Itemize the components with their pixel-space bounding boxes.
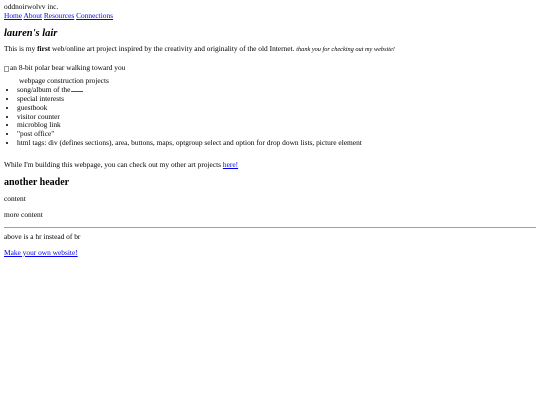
image-alt-text: an 8-bit polar bear walking toward you <box>10 63 126 73</box>
wip-paragraph: While I'm building this webpage, you can… <box>4 160 536 170</box>
nav-about-link[interactable]: About <box>24 11 42 20</box>
page-title: lauren's lair <box>4 27 58 39</box>
divider <box>4 226 536 228</box>
list-item: visitor counter <box>17 112 536 122</box>
list-item: song/album of the <box>17 85 536 95</box>
list-item: special interests <box>17 94 536 104</box>
list-item: html tags: div (defines sections), area,… <box>17 138 536 148</box>
todo-list: webpage construction projects song/album… <box>4 76 536 148</box>
broken-image-icon <box>4 65 9 72</box>
intro-text-before: This is my <box>4 44 38 54</box>
list-item: microblog link <box>17 121 536 130</box>
nav-home-link[interactable]: Home <box>4 11 22 20</box>
nav-connections-link[interactable]: Connections <box>76 11 113 20</box>
content-text: content <box>4 193 26 203</box>
make-website-link[interactable]: Make your own website! <box>4 248 78 257</box>
top-nav: Home About Resources Connections <box>4 11 536 21</box>
blank-underline <box>71 90 84 92</box>
intro-strong: first <box>37 44 51 54</box>
list-item: webpage construction projects <box>19 76 109 86</box>
hr-note: above is a hr instead of br <box>4 231 81 241</box>
thanks-note: thank you for checking out my website! <box>296 46 395 54</box>
intro-text-after: web/online art project inspired by the c… <box>50 44 297 54</box>
intro-paragraph: This is my first web/online art project … <box>4 44 536 54</box>
other-projects-link[interactable]: here! <box>223 160 238 169</box>
polar-bear-image: an 8-bit polar bear walking toward you <box>4 63 536 73</box>
list-item: guestbook <box>17 103 536 113</box>
wip-text: While I'm building this webpage, you can… <box>4 160 223 170</box>
section-heading: another header <box>4 176 70 188</box>
more-content-text: more content <box>4 209 43 219</box>
nav-resources-link[interactable]: Resources <box>44 11 74 20</box>
